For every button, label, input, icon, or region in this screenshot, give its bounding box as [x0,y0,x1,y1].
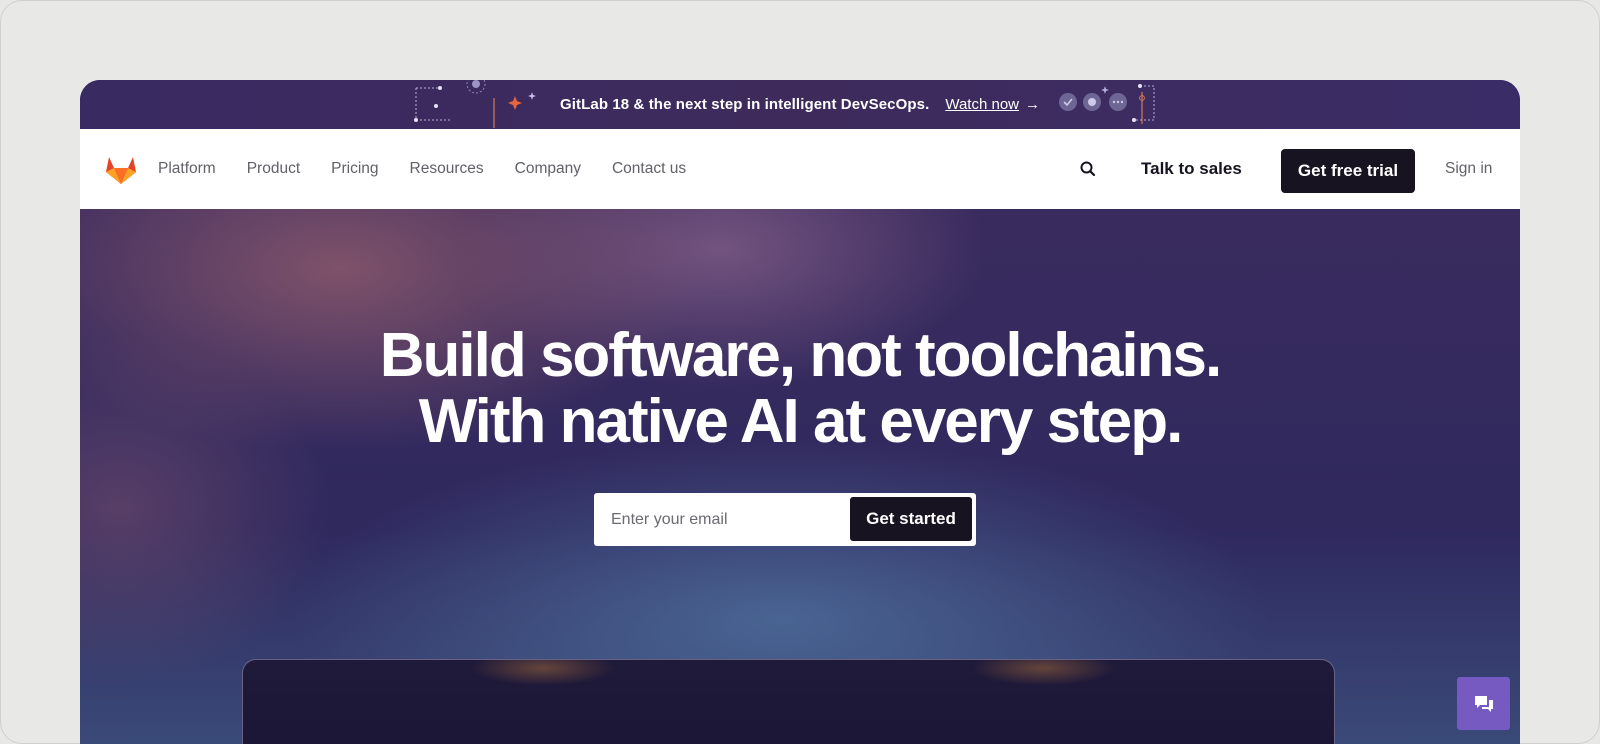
gitlab-tanuki-icon[interactable] [104,153,138,185]
hero-title-line-1: Build software, not toolchains. [379,321,1222,390]
email-signup-form: Get started [594,493,976,546]
arrow-right-icon: → [1025,96,1040,113]
nav-link-company[interactable]: Company [515,160,581,178]
get-started-button[interactable]: Get started [850,497,972,541]
sign-in-link[interactable]: Sign in [1445,129,1492,209]
watch-now-link[interactable]: Watch now [945,96,1019,113]
banner-text: GitLab 18 & the next step in intelligent… [560,96,930,113]
hero-title: Build software, not toolchains. With nat… [80,323,1520,455]
banner-decoration-right-icon [1059,84,1155,124]
top-navigation: Platform Product Pricing Resources Compa… [80,129,1520,209]
nav-link-resources[interactable]: Resources [410,160,484,178]
banner-decoration-left-icon [414,80,536,128]
nav-link-platform[interactable]: Platform [158,160,216,178]
product-preview-card [242,659,1335,744]
page-viewport: GitLab 18 & the next step in intelligent… [80,80,1520,744]
hero-section: Build software, not toolchains. With nat… [80,209,1520,744]
hero-title-line-2: With native AI at every step. [418,387,1184,456]
get-free-trial-button[interactable]: Get free trial [1281,149,1415,193]
talk-to-sales-link[interactable]: Talk to sales [1141,129,1242,209]
nav-link-product[interactable]: Product [247,160,300,178]
search-icon[interactable] [1078,159,1098,179]
announcement-banner: GitLab 18 & the next step in intelligent… [80,80,1520,129]
chat-bubbles-icon [1474,695,1493,712]
nav-links: Platform Product Pricing Resources Compa… [158,129,717,209]
nav-link-pricing[interactable]: Pricing [331,160,378,178]
chat-widget-button[interactable] [1457,677,1510,730]
email-input[interactable] [594,493,844,546]
nav-link-contact-us[interactable]: Contact us [612,160,686,178]
